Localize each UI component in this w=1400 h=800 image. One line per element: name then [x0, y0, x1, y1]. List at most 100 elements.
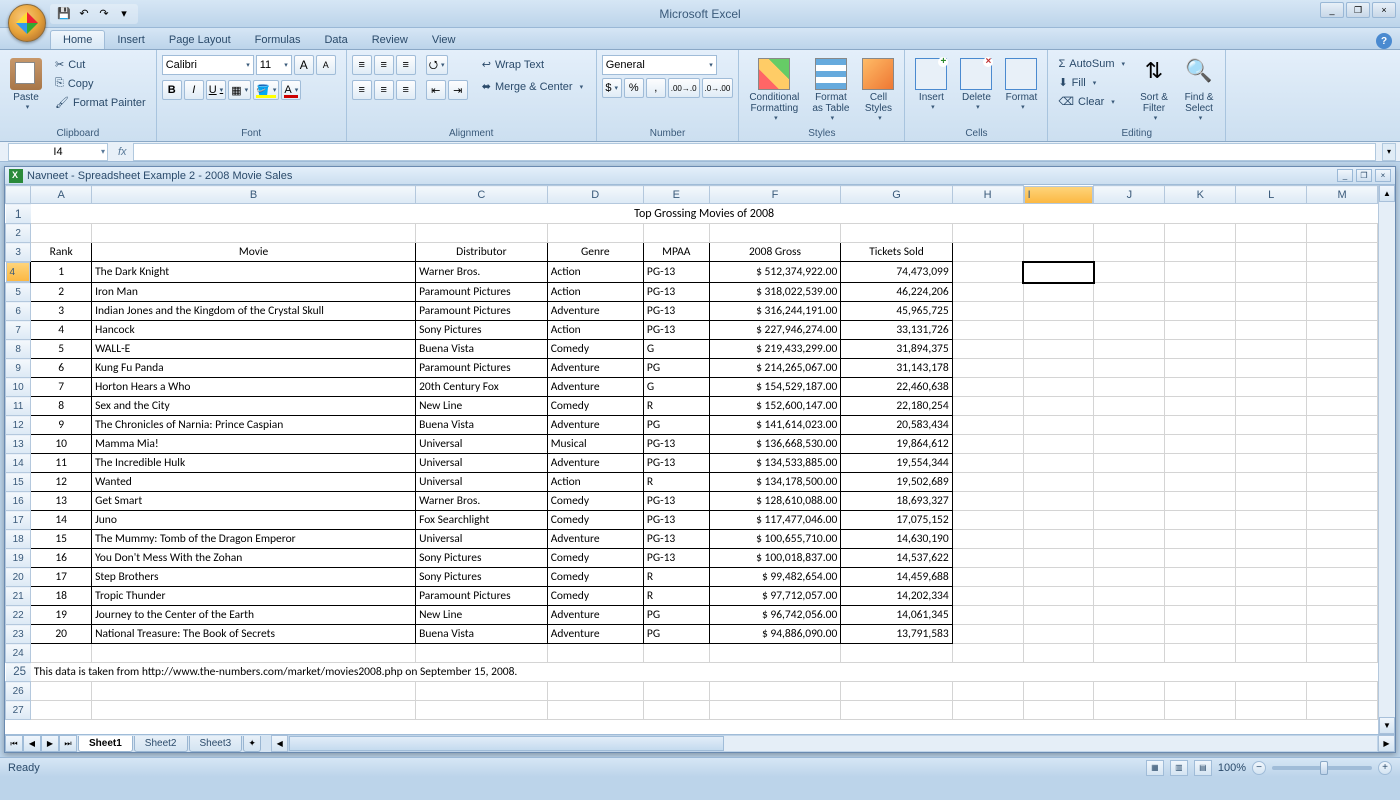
align-center-button[interactable]: ≡ [374, 80, 394, 100]
cell-M19[interactable] [1307, 549, 1378, 568]
cell-J19[interactable] [1094, 549, 1165, 568]
cell-M20[interactable] [1307, 568, 1378, 587]
cell[interactable] [92, 701, 416, 720]
row-header-13[interactable]: 13 [6, 435, 31, 454]
cell-F6[interactable]: $ 316,244,191.00 [709, 302, 841, 321]
row-header-9[interactable]: 9 [6, 359, 31, 378]
cell-L16[interactable] [1236, 492, 1307, 511]
cell-J23[interactable] [1094, 625, 1165, 644]
chevron-down-icon[interactable]: ▾ [101, 147, 105, 156]
cell-I19[interactable] [1023, 549, 1094, 568]
cell-A23[interactable]: 20 [31, 625, 92, 644]
cell-K12[interactable] [1165, 416, 1236, 435]
zoom-level[interactable]: 100% [1218, 762, 1246, 774]
cell-K15[interactable] [1165, 473, 1236, 492]
cell[interactable] [709, 682, 841, 701]
cell[interactable] [709, 644, 841, 663]
cell-A8[interactable]: 5 [31, 340, 92, 359]
formula-bar-expand[interactable]: ▾ [1382, 143, 1396, 161]
row-header-22[interactable]: 22 [6, 606, 31, 625]
cell-F13[interactable]: $ 136,668,530.00 [709, 435, 841, 454]
cell-H22[interactable] [952, 606, 1023, 625]
cell-H20[interactable] [952, 568, 1023, 587]
undo-icon[interactable]: ↶ [76, 6, 92, 22]
cell[interactable] [952, 224, 1023, 243]
cell-M13[interactable] [1307, 435, 1378, 454]
cell-K21[interactable] [1165, 587, 1236, 606]
cell-J11[interactable] [1094, 397, 1165, 416]
cell-M12[interactable] [1307, 416, 1378, 435]
cell-G19[interactable]: 14,537,622 [841, 549, 952, 568]
col-header-E[interactable]: E [643, 186, 709, 204]
cell-A11[interactable]: 8 [31, 397, 92, 416]
cell-I7[interactable] [1023, 321, 1094, 340]
cell-A9[interactable]: 6 [31, 359, 92, 378]
cell-B8[interactable]: WALL-E [92, 340, 416, 359]
row-header-8[interactable]: 8 [6, 340, 31, 359]
cell-D13[interactable]: Musical [547, 435, 643, 454]
cell-I21[interactable] [1023, 587, 1094, 606]
cell-B6[interactable]: Indian Jones and the Kingdom of the Crys… [92, 302, 416, 321]
decrease-decimal-button[interactable]: .0→.00 [702, 78, 734, 98]
tab-insert[interactable]: Insert [105, 31, 157, 49]
cell[interactable] [1023, 644, 1094, 663]
cell-M11[interactable] [1307, 397, 1378, 416]
cell-L18[interactable] [1236, 530, 1307, 549]
cell-B19[interactable]: You Don't Mess With the Zohan [92, 549, 416, 568]
cell[interactable] [1023, 243, 1094, 262]
sheet-nav-first[interactable]: ⏮ [5, 735, 23, 752]
cell-C11[interactable]: New Line [416, 397, 548, 416]
cell-B7[interactable]: Hancock [92, 321, 416, 340]
cell-K8[interactable] [1165, 340, 1236, 359]
sheet-title-cell[interactable]: Top Grossing Movies of 2008 [31, 204, 1378, 224]
cell[interactable] [841, 701, 952, 720]
cell-styles-button[interactable]: Cell Styles [857, 55, 899, 125]
cell-H23[interactable] [952, 625, 1023, 644]
cell-D5[interactable]: Action [547, 283, 643, 302]
col-header-C[interactable]: C [416, 186, 548, 204]
cell-I6[interactable] [1023, 302, 1094, 321]
align-left-button[interactable]: ≡ [352, 80, 372, 100]
cell[interactable] [643, 701, 709, 720]
col-header-F[interactable]: F [709, 186, 841, 204]
cell-D8[interactable]: Comedy [547, 340, 643, 359]
cell-H6[interactable] [952, 302, 1023, 321]
cell-D15[interactable]: Action [547, 473, 643, 492]
cell-F15[interactable]: $ 134,178,500.00 [709, 473, 841, 492]
cell-A10[interactable]: 7 [31, 378, 92, 397]
row-header-26[interactable]: 26 [6, 682, 31, 701]
row-header-5[interactable]: 5 [6, 283, 31, 302]
cell[interactable] [952, 644, 1023, 663]
row-header-20[interactable]: 20 [6, 568, 31, 587]
cell-C13[interactable]: Universal [416, 435, 548, 454]
col-header-A[interactable]: A [31, 186, 92, 204]
cell-B5[interactable]: Iron Man [92, 283, 416, 302]
increase-indent-button[interactable]: ⇥ [448, 80, 468, 100]
row-header-1[interactable]: 1 [6, 204, 31, 224]
cell-J5[interactable] [1094, 283, 1165, 302]
cell-G11[interactable]: 22,180,254 [841, 397, 952, 416]
sheet-nav-last[interactable]: ⏭ [59, 735, 77, 752]
cell[interactable] [1094, 682, 1165, 701]
cell-G18[interactable]: 14,630,190 [841, 530, 952, 549]
cell-I17[interactable] [1023, 511, 1094, 530]
cell-G6[interactable]: 45,965,725 [841, 302, 952, 321]
cell-J10[interactable] [1094, 378, 1165, 397]
cell-G16[interactable]: 18,693,327 [841, 492, 952, 511]
cell[interactable] [92, 224, 416, 243]
cell-H15[interactable] [952, 473, 1023, 492]
cell[interactable] [952, 243, 1023, 262]
wb-minimize-button[interactable]: _ [1337, 169, 1353, 182]
cell-M18[interactable] [1307, 530, 1378, 549]
underline-button[interactable]: U [206, 80, 226, 100]
cell[interactable] [547, 701, 643, 720]
cell-A5[interactable]: 2 [31, 283, 92, 302]
cell-E6[interactable]: PG-13 [643, 302, 709, 321]
cell-L4[interactable] [1236, 262, 1307, 283]
row-header-2[interactable]: 2 [6, 224, 31, 243]
cell[interactable] [416, 682, 548, 701]
qat-customize-icon[interactable]: ▾ [116, 6, 132, 22]
cell[interactable] [92, 644, 416, 663]
cell-E7[interactable]: PG-13 [643, 321, 709, 340]
cell-I5[interactable] [1023, 283, 1094, 302]
